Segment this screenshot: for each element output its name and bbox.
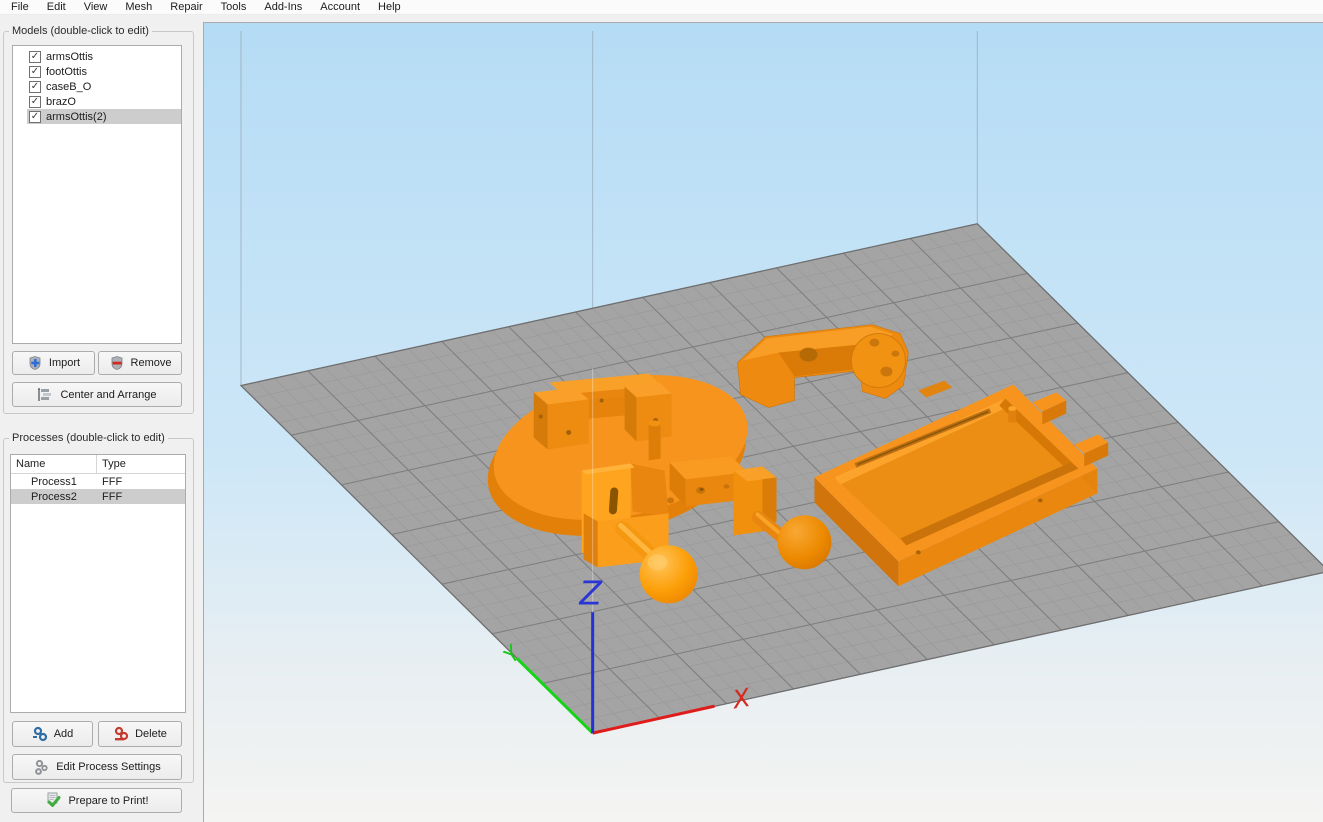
prepare-to-print-label: Prepare to Print! [68,794,149,807]
model-label: caseB_O [46,80,92,93]
import-button[interactable]: Import [12,351,95,375]
process-row-2[interactable]: Process2 FFF [11,489,185,504]
axis-z-label: Z [578,573,603,612]
edit-process-settings-label: Edit Process Settings [56,761,161,773]
center-arrange-icon [38,388,52,401]
menu-edit[interactable]: Edit [38,0,75,15]
remove-icon [111,356,122,370]
menu-repair[interactable]: Repair [161,0,211,15]
left-sidebar: Models (double-click to edit) ✓ armsOtti… [0,15,203,822]
model-list[interactable]: ✓ armsOttis ✓ footOttis ✓ caseB_O ✓ braz… [12,45,182,344]
menu-account[interactable]: Account [311,0,369,15]
gears-icon [35,759,48,775]
model-label: armsOttis(2) [46,110,107,123]
model-label: brazO [46,95,76,108]
models-panel: Models (double-click to edit) ✓ armsOtti… [3,25,194,414]
model-checkbox[interactable]: ✓ [29,80,41,93]
edit-process-settings-button[interactable]: Edit Process Settings [12,754,182,780]
model-checkbox[interactable]: ✓ [29,110,41,123]
menu-help[interactable]: Help [369,0,410,15]
remove-button[interactable]: Remove [98,351,182,375]
processes-panel: Processes (double-click to edit) Name Ty… [3,432,194,783]
column-header-name: Name [11,455,97,473]
add-process-button[interactable]: Add [12,721,93,747]
model-list-item-brazo[interactable]: ✓ brazO [27,94,181,109]
delete-icon [114,726,129,741]
model-checkbox[interactable]: ✓ [29,95,41,108]
import-button-label: Import [48,357,81,369]
menu-mesh[interactable]: Mesh [116,0,161,15]
model-label: footOttis [46,65,87,78]
add-button-label: Add [53,728,74,740]
import-icon [29,356,41,370]
prepare-print-icon [47,792,61,807]
center-arrange-label: Center and Arrange [60,388,157,401]
menu-tools[interactable]: Tools [212,0,256,15]
model-list-item-caseb-o[interactable]: ✓ caseB_O [27,79,181,94]
column-header-type: Type [102,458,126,470]
prepare-to-print-button[interactable]: Prepare to Print! [11,788,182,813]
model-list-item-armsottis[interactable]: ✓ armsOttis [27,49,181,64]
menu-addins[interactable]: Add-Ins [255,0,311,15]
menu-file[interactable]: File [2,0,38,15]
menu-view[interactable]: View [75,0,117,15]
menu-bar: File Edit View Mesh Repair Tools Add-Ins… [0,0,1323,15]
delete-button-label: Delete [135,728,167,740]
process-table-header: Name Type [11,455,185,474]
process-name: Process2 [31,490,77,503]
model-label: armsOttis [46,50,94,63]
delete-process-button[interactable]: Delete [98,721,182,747]
remove-button-label: Remove [130,357,172,369]
model-list-item-armsottis2[interactable]: ✓ armsOttis(2) [27,109,181,124]
add-icon [32,726,47,742]
viewport-3d[interactable]: Y X Z [203,22,1323,822]
models-panel-title: Models (double-click to edit) [9,25,152,37]
model-checkbox[interactable]: ✓ [29,50,41,63]
process-table[interactable]: Name Type Process1 FFF Process2 FFF [10,454,186,713]
process-type: FFF [102,475,123,488]
center-and-arrange-button[interactable]: Center and Arrange [12,382,182,407]
process-name: Process1 [31,475,77,488]
process-type: FFF [102,490,123,503]
processes-panel-title: Processes (double-click to edit) [9,432,168,444]
process-row-1[interactable]: Process1 FFF [11,474,185,489]
model-checkbox[interactable]: ✓ [29,65,41,78]
model-list-item-footottis[interactable]: ✓ footOttis [27,64,181,79]
